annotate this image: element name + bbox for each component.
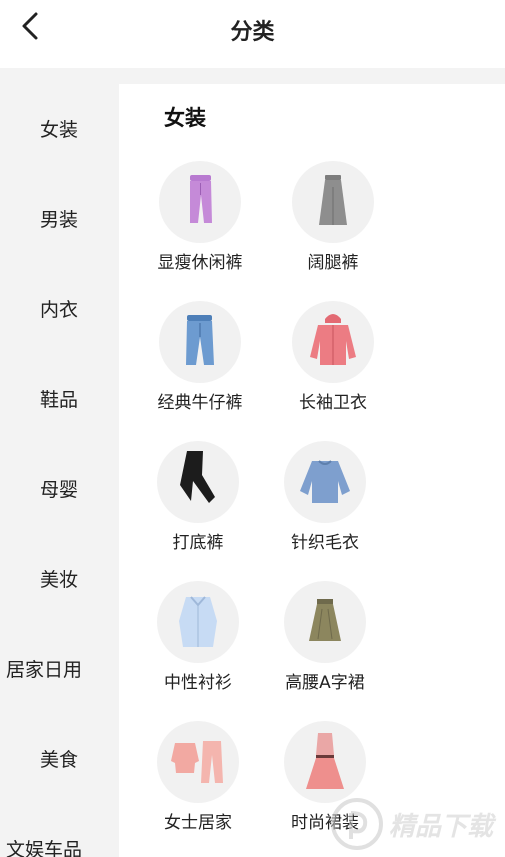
jeans-icon — [186, 315, 214, 365]
category-item[interactable]: 高腰A字裙 — [270, 581, 380, 706]
category-image — [284, 721, 366, 803]
category-image — [284, 581, 366, 663]
category-sidebar: 女装 男装 内衣 鞋品 母婴 美妆 居家日用 美食 文娱车品 — [0, 68, 118, 857]
category-image — [292, 161, 374, 243]
category-item[interactable]: 显瘦休闲裤 — [145, 161, 255, 286]
category-label: 高腰A字裙 — [285, 673, 365, 693]
black-leggings-icon — [180, 451, 215, 503]
category-image — [292, 301, 374, 383]
sidebar-item-entertainment[interactable]: 文娱车品 — [0, 830, 118, 857]
blue-shirt-icon — [179, 596, 217, 647]
category-label: 阔腿裤 — [307, 253, 359, 273]
category-label: 经典牛仔裤 — [157, 393, 243, 413]
top-bar: 分类 — [0, 0, 505, 68]
pink-hoodie-icon — [310, 314, 356, 365]
pink-pajamas-icon — [171, 741, 223, 783]
sidebar-item-beauty[interactable]: 美妆 — [0, 560, 118, 600]
category-item[interactable]: 中性衬衫 — [143, 581, 253, 706]
category-label: 针织毛衣 — [291, 533, 359, 553]
category-image — [157, 721, 239, 803]
category-content: 女装 显瘦休闲裤 阔腿裤 经典牛仔裤 长袖卫衣 打底裤 针织毛衣 中性衬衫 高腰… — [119, 84, 505, 857]
category-item[interactable]: 打底裤 — [143, 441, 253, 566]
category-label: 长袖卫衣 — [299, 393, 367, 413]
category-item[interactable]: 经典牛仔裤 — [145, 301, 255, 426]
pink-dress-icon — [306, 733, 344, 789]
sidebar-item-womens[interactable]: 女装 — [0, 110, 118, 150]
sidebar-item-shoes[interactable]: 鞋品 — [0, 380, 118, 420]
category-label: 打底裤 — [172, 533, 224, 553]
olive-skirt-icon — [309, 599, 341, 641]
category-label: 中性衬衫 — [164, 673, 232, 693]
sidebar-item-home[interactable]: 居家日用 — [0, 650, 118, 690]
body-area: 女装 男装 内衣 鞋品 母婴 美妆 居家日用 美食 文娱车品 女装 显瘦休闲裤 — [0, 68, 505, 857]
section-title: 女装 — [164, 106, 206, 130]
page-title: 分类 — [230, 20, 275, 45]
category-image — [157, 581, 239, 663]
category-image — [157, 441, 239, 523]
category-item[interactable]: 阔腿裤 — [278, 161, 388, 286]
category-label: 女士居家 — [164, 813, 232, 833]
sidebar-item-food[interactable]: 美食 — [0, 740, 118, 780]
category-label: 时尚裙装 — [291, 813, 359, 833]
category-image — [159, 161, 241, 243]
category-item[interactable]: 时尚裙装 — [270, 721, 380, 846]
blue-sweater-icon — [300, 460, 350, 503]
category-label: 显瘦休闲裤 — [157, 253, 243, 273]
sidebar-item-baby[interactable]: 母婴 — [0, 470, 118, 510]
category-image — [159, 301, 241, 383]
purple-pants-icon — [190, 175, 212, 223]
category-image — [284, 441, 366, 523]
sidebar-item-underwear[interactable]: 内衣 — [0, 290, 118, 330]
sidebar-item-mens[interactable]: 男装 — [0, 200, 118, 240]
grey-wide-pants-icon — [319, 175, 347, 225]
category-item[interactable]: 女士居家 — [143, 721, 253, 846]
category-item[interactable]: 长袖卫衣 — [278, 301, 388, 426]
category-item[interactable]: 针织毛衣 — [270, 441, 380, 566]
